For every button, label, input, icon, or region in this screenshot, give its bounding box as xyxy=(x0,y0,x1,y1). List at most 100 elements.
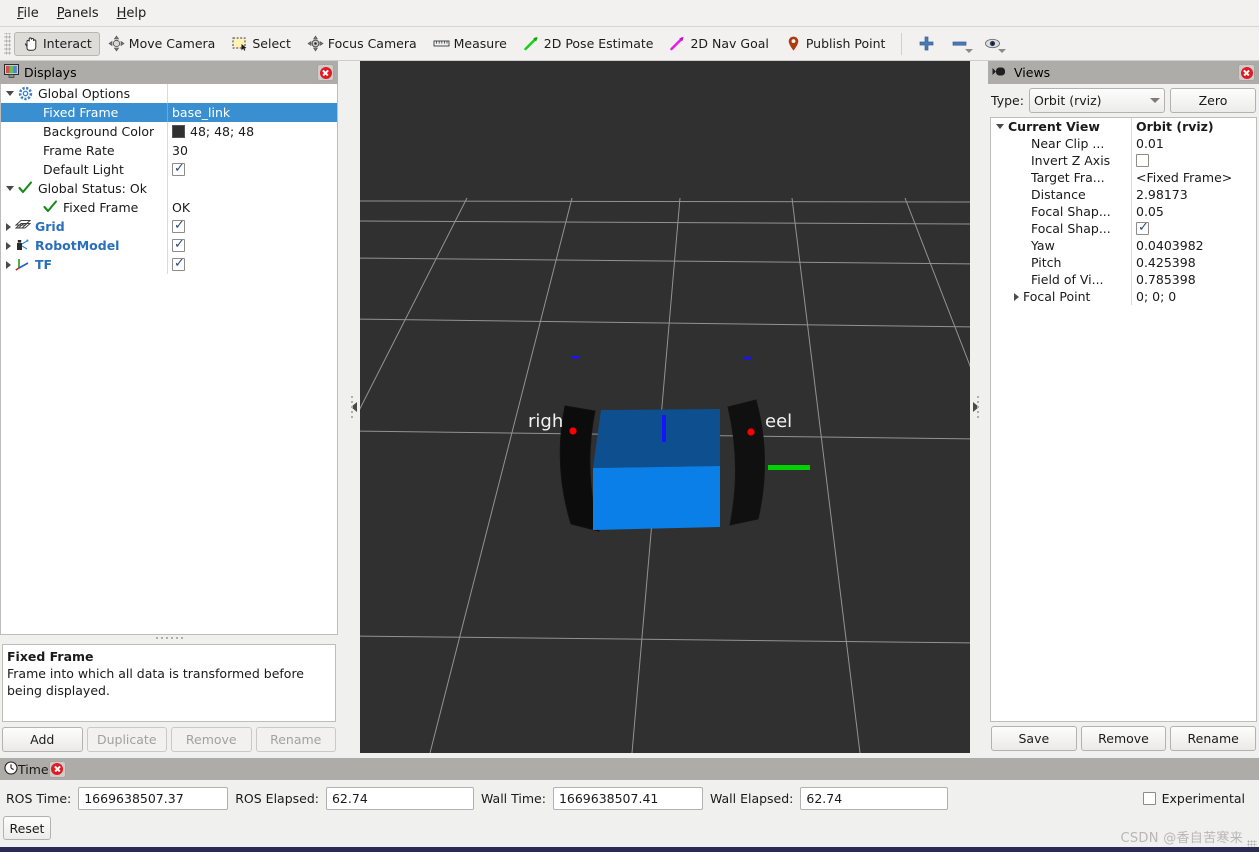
views-close-button[interactable] xyxy=(1238,64,1255,81)
chevron-down-icon xyxy=(965,49,973,53)
displays-close-button[interactable] xyxy=(317,64,334,81)
experimental-checkbox[interactable] xyxy=(1143,792,1156,805)
time-close-button[interactable] xyxy=(49,761,66,778)
display-row-value-cell[interactable] xyxy=(167,217,337,236)
time-field-label: Wall Elapsed: xyxy=(710,791,793,806)
time-field-input[interactable]: 1669638507.37 xyxy=(78,787,228,810)
view-property-row[interactable]: Field of Vi...0.785398 xyxy=(991,271,1256,288)
view-type-select[interactable]: Orbit (rviz) xyxy=(1029,88,1165,113)
view-property-row[interactable]: Focal Shap...0.05 xyxy=(991,203,1256,220)
tool-publish-point[interactable]: Publish Point xyxy=(777,32,894,56)
display-row-value-cell[interactable]: 48; 48; 48 xyxy=(167,122,337,141)
view-property-value-cell[interactable]: 0.0403982 xyxy=(1131,237,1256,254)
view-property-value: 2.98173 xyxy=(1136,187,1188,202)
tool-select-label: Select xyxy=(252,36,291,51)
tool-move-camera[interactable]: Move Camera xyxy=(100,32,224,56)
expander-open-icon[interactable] xyxy=(996,124,1004,129)
display-tree-row[interactable]: Grid xyxy=(1,217,337,236)
view-property-checkbox[interactable] xyxy=(1136,222,1149,235)
display-tree-row[interactable]: Default Light xyxy=(1,160,337,179)
display-row-value-cell[interactable] xyxy=(167,255,337,274)
view-property-value-cell[interactable]: 0.425398 xyxy=(1131,254,1256,271)
expander-open-icon[interactable] xyxy=(6,91,14,96)
zero-button[interactable]: Zero xyxy=(1170,88,1256,113)
view-property-value: 0.425398 xyxy=(1136,255,1196,270)
display-enabled-checkbox[interactable] xyxy=(172,163,185,176)
display-row-value-cell[interactable]: 30 xyxy=(167,141,337,160)
view-property-row[interactable]: Yaw0.0403982 xyxy=(991,237,1256,254)
tool-2d-nav-goal[interactable]: 2D Nav Goal xyxy=(661,32,776,56)
view-property-value-cell[interactable]: 0; 0; 0 xyxy=(1131,288,1256,305)
display-tree-row[interactable]: Fixed FrameOK xyxy=(1,198,337,217)
view-property-value-cell[interactable] xyxy=(1131,220,1256,237)
display-row-name-cell: Grid xyxy=(1,219,167,234)
menu-item-panels[interactable]: Panels xyxy=(48,3,108,24)
save-view-button[interactable]: Save xyxy=(991,726,1077,751)
tool-select[interactable]: Select xyxy=(223,32,299,56)
view-property-row[interactable]: Focal Point0; 0; 0 xyxy=(991,288,1256,305)
views-tree[interactable]: Current ViewOrbit (rviz)Near Clip ...0.0… xyxy=(990,117,1257,722)
display-tree-row[interactable]: Frame Rate30 xyxy=(1,141,337,160)
expander-open-icon[interactable] xyxy=(6,186,14,191)
reset-button[interactable]: Reset xyxy=(3,816,51,840)
view-property-value-cell[interactable]: 0.785398 xyxy=(1131,271,1256,288)
tool-focus-camera[interactable]: Focus Camera xyxy=(299,32,425,56)
experimental-toggle[interactable]: Experimental xyxy=(1143,791,1245,806)
view-property-value-cell[interactable]: 2.98173 xyxy=(1131,186,1256,203)
view-property-value-cell[interactable]: 0.05 xyxy=(1131,203,1256,220)
tool-2d-pose-estimate[interactable]: 2D Pose Estimate xyxy=(515,32,662,56)
display-row-value-cell[interactable] xyxy=(167,236,337,255)
expander-closed-icon[interactable] xyxy=(6,223,11,231)
display-row-value-cell[interactable]: base_link xyxy=(167,103,337,122)
left-splitter-handle[interactable] xyxy=(348,61,359,753)
remove-tool-button[interactable] xyxy=(943,32,976,56)
view-property-row[interactable]: Current ViewOrbit (rviz) xyxy=(991,118,1256,135)
menu-item-file[interactable]: File xyxy=(8,3,48,24)
display-row-value-cell[interactable] xyxy=(167,179,337,198)
view-property-row[interactable]: Distance2.98173 xyxy=(991,186,1256,203)
rename-view-button[interactable]: Rename xyxy=(1170,726,1256,751)
green-arrow-icon xyxy=(523,35,540,52)
display-tree-row[interactable]: Background Color48; 48; 48 xyxy=(1,122,337,141)
view-property-row[interactable]: Near Clip ...0.01 xyxy=(991,135,1256,152)
display-enabled-checkbox[interactable] xyxy=(172,258,185,271)
displays-splitter[interactable] xyxy=(0,635,338,641)
display-tree-row[interactable]: Global Options xyxy=(1,84,337,103)
display-row-value-cell[interactable] xyxy=(167,84,337,103)
view-property-checkbox[interactable] xyxy=(1136,154,1149,167)
display-enabled-checkbox[interactable] xyxy=(172,220,185,233)
view-property-row[interactable]: Invert Z Axis xyxy=(991,152,1256,169)
view-property-value-cell[interactable] xyxy=(1131,152,1256,169)
view-property-row[interactable]: Focal Shap... xyxy=(991,220,1256,237)
tool-interact[interactable]: Interact xyxy=(14,32,100,56)
display-enabled-checkbox[interactable] xyxy=(172,239,185,252)
visibility-button[interactable] xyxy=(976,32,1009,56)
expander-closed-icon[interactable] xyxy=(6,261,11,269)
expander-closed-icon[interactable] xyxy=(6,242,11,250)
time-field-input[interactable]: 1669638507.41 xyxy=(553,787,703,810)
view-property-name-cell: Field of Vi... xyxy=(991,272,1131,287)
add-display-button[interactable]: Add xyxy=(2,727,83,752)
view-property-value-cell[interactable]: Orbit (rviz) xyxy=(1131,118,1256,135)
displays-tree[interactable]: Global OptionsFixed Framebase_linkBackgr… xyxy=(0,84,338,635)
right-splitter-handle[interactable] xyxy=(970,61,981,753)
time-field-input[interactable]: 62.74 xyxy=(800,787,948,810)
view-property-row[interactable]: Pitch0.425398 xyxy=(991,254,1256,271)
display-tree-row[interactable]: TF xyxy=(1,255,337,274)
expander-closed-icon[interactable] xyxy=(1014,293,1019,301)
add-tool-button[interactable] xyxy=(910,32,943,56)
view-property-row[interactable]: Target Fra...<Fixed Frame> xyxy=(991,169,1256,186)
menu-item-help[interactable]: Help xyxy=(108,3,156,24)
view-property-value-cell[interactable]: <Fixed Frame> xyxy=(1131,169,1256,186)
3d-render-view[interactable]: righ eel xyxy=(360,61,970,753)
view-property-value-cell[interactable]: 0.01 xyxy=(1131,135,1256,152)
display-row-value-cell[interactable]: OK xyxy=(167,198,337,217)
display-tree-row[interactable]: Fixed Framebase_link xyxy=(1,103,337,122)
display-row-value-cell[interactable] xyxy=(167,160,337,179)
remove-view-button[interactable]: Remove xyxy=(1081,726,1167,751)
display-tree-row[interactable]: RobotModel xyxy=(1,236,337,255)
display-tree-row[interactable]: Global Status: Ok xyxy=(1,179,337,198)
tool-measure[interactable]: Measure xyxy=(425,32,515,56)
time-field-input[interactable]: 62.74 xyxy=(326,787,474,810)
toolbar-grip[interactable] xyxy=(4,33,11,55)
